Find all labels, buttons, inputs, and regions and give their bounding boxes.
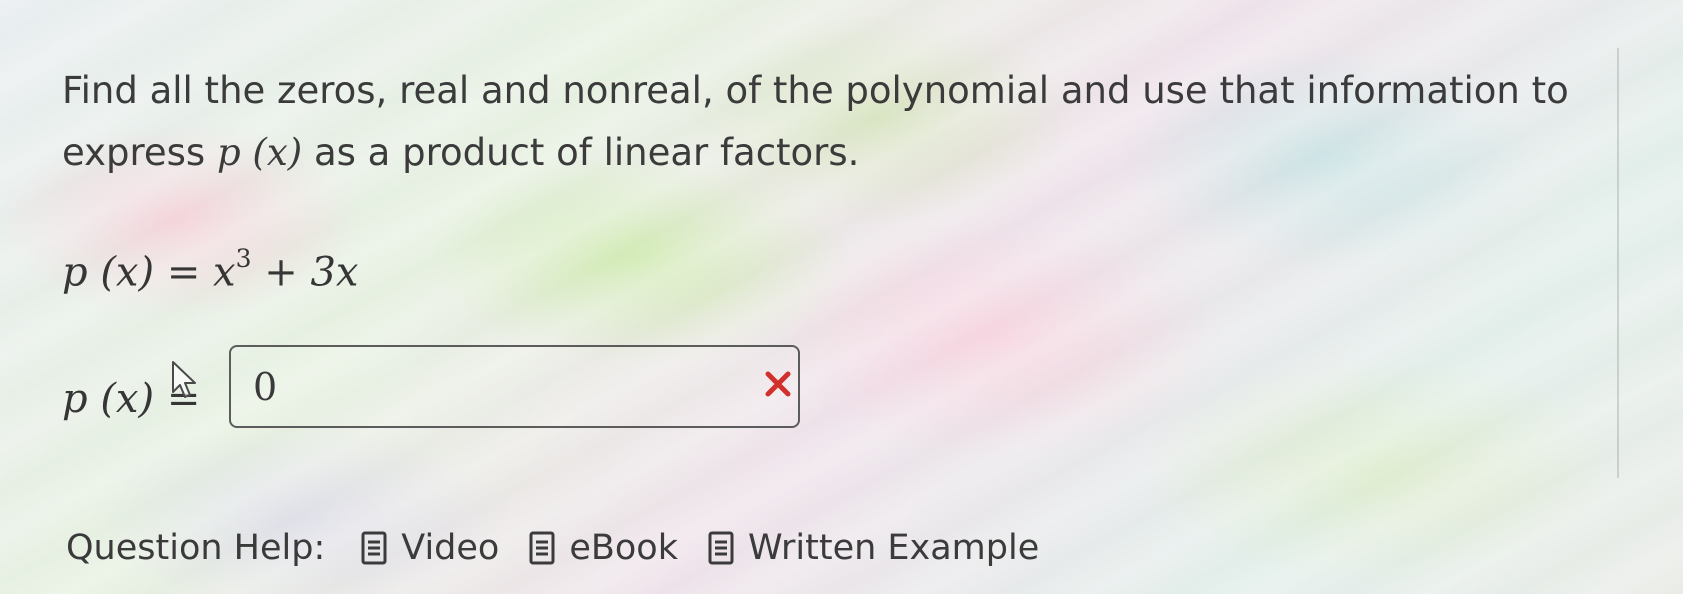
question-help-bar: Question Help: Video eBook Written Examp… bbox=[66, 522, 1069, 574]
document-icon bbox=[708, 531, 734, 565]
help-link-written-example[interactable]: Written Example bbox=[708, 528, 1039, 568]
question-prompt: Find all the zeros, real and nonreal, of… bbox=[62, 60, 1622, 184]
document-icon bbox=[529, 531, 555, 565]
close-x-icon bbox=[765, 371, 791, 397]
document-icon bbox=[361, 531, 387, 565]
help-link-written-example-label: Written Example bbox=[747, 528, 1040, 568]
answer-label-px: p (x) bbox=[62, 376, 155, 422]
equation-term1-base: x bbox=[213, 249, 236, 296]
equation-term2: 3x bbox=[310, 249, 359, 296]
answer-input[interactable]: 0 bbox=[229, 345, 800, 428]
help-link-ebook-label: eBook bbox=[569, 528, 678, 568]
answer-input-value: 0 bbox=[253, 365, 278, 409]
equation-term1-exponent: 3 bbox=[235, 244, 252, 273]
equation-lhs: p (x) bbox=[62, 249, 155, 296]
help-link-ebook[interactable]: eBook bbox=[529, 528, 678, 568]
equation-plus: + bbox=[264, 249, 298, 296]
help-link-video-label: Video bbox=[401, 528, 500, 568]
question-help-label: Question Help: bbox=[66, 528, 326, 568]
help-link-video[interactable]: Video bbox=[361, 528, 499, 568]
polynomial-equation: p (x) = x3 + 3x bbox=[62, 244, 359, 296]
equation-equals: = bbox=[166, 249, 201, 296]
mouse-pointer-icon bbox=[172, 361, 196, 398]
question-math-px: p (x) bbox=[216, 131, 303, 174]
question-text-part2: as a product of linear factors. bbox=[313, 131, 860, 174]
